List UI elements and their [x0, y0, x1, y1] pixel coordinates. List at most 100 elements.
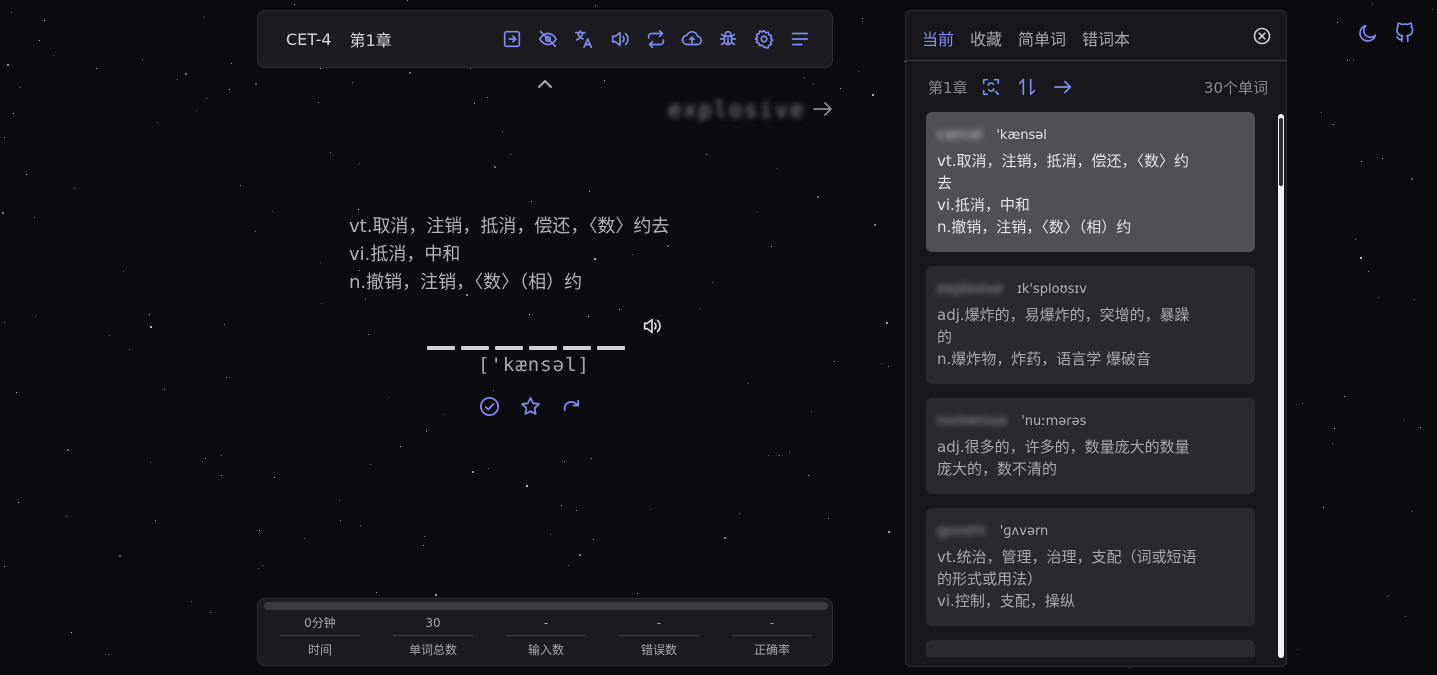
card-word: numerous [937, 413, 1008, 429]
panel-tools [980, 76, 1074, 98]
translation-line: adj.很多的，许多的，数量庞大的数量庞大的，数不清的 [937, 438, 1190, 478]
stat-errors: - 错误数 [619, 613, 699, 658]
repeat-icon[interactable] [644, 27, 668, 51]
pronounce-speaker-icon[interactable] [641, 315, 663, 337]
toolbar-icons [500, 27, 812, 51]
card-translation: vt.统治，管理，治理，支配（词或短语的形式或用法） vi.控制，支配，操纵 [937, 546, 1202, 612]
card-phonetic: 'ɡʌvərn [999, 523, 1049, 539]
translation-line: vt.取消，注销，抵消，偿还，〈数〉约去 [349, 216, 670, 237]
translation-line: vt.取消，注销，抵消，偿还，〈数〉约去 [937, 152, 1190, 192]
tab-easy-words[interactable]: 简单词 [1018, 26, 1066, 50]
letter-slot [461, 346, 489, 350]
word-count: 30个单词 [1203, 78, 1268, 97]
sort-order-icon[interactable] [1016, 76, 1038, 98]
scrollbar-thumb[interactable] [1279, 118, 1283, 186]
stat-accuracy: - 正确率 [732, 613, 812, 658]
word-card[interactable]: numerous 'nuːmərəs adj.很多的，许多的，数量庞大的数量庞大… [926, 398, 1255, 494]
stat-value: 0分钟 [304, 616, 336, 630]
stat-label: 错误数 [640, 643, 677, 657]
skip-redo-icon[interactable] [560, 395, 583, 418]
stat-time: 0分钟 时间 [280, 613, 360, 658]
progress-bar [264, 602, 828, 610]
divider [280, 635, 360, 636]
stat-inputs: - 输入数 [506, 613, 586, 658]
dictionary-selector[interactable]: CET-4 [286, 30, 332, 49]
bug-icon[interactable] [716, 27, 740, 51]
next-word-text: explosive [668, 98, 806, 123]
stat-total-words: 30 单词总数 [393, 613, 473, 658]
stat-value: 30 [425, 616, 441, 630]
close-panel-icon[interactable] [1253, 27, 1271, 45]
word-card-active[interactable]: cancel 'kænsəl vt.取消，注销，抵消，偿还，〈数〉约去 vi.抵… [926, 112, 1255, 252]
tab-mistakes[interactable]: 错词本 [1082, 26, 1130, 50]
next-word-hint[interactable]: explosive [668, 98, 835, 123]
top-toolbar: CET-4 第1章 [257, 10, 833, 68]
tab-favorites[interactable]: 收藏 [970, 26, 1002, 50]
locate-current-icon[interactable] [980, 76, 1002, 98]
arrow-right-icon[interactable] [1052, 76, 1074, 98]
word-actions [478, 395, 583, 418]
word-list-scrollbar[interactable] [1278, 114, 1284, 658]
letter-slot [597, 346, 625, 350]
github-icon[interactable] [1394, 22, 1416, 44]
moon-icon[interactable] [1357, 22, 1379, 44]
stats-bar: 0分钟 时间 30 单词总数 - 输入数 - 错误数 - 正确率 [257, 598, 833, 666]
cloud-upload-icon[interactable] [680, 27, 704, 51]
gear-icon[interactable] [752, 27, 776, 51]
arrow-right-icon [811, 99, 835, 123]
word-card[interactable] [926, 640, 1255, 657]
translate-icon[interactable] [572, 27, 596, 51]
mark-known-check-icon[interactable] [478, 395, 501, 418]
word-list: cancel 'kænsəl vt.取消，注销，抵消，偿还，〈数〉约去 vi.抵… [926, 112, 1256, 657]
translation-line: vi.抵消，中和 [349, 244, 461, 265]
card-word: govern [937, 523, 986, 539]
stat-label: 输入数 [527, 643, 564, 657]
stat-label: 正确率 [753, 643, 790, 657]
divider [393, 635, 473, 636]
login-icon[interactable] [500, 27, 524, 51]
menu-icon[interactable] [788, 27, 812, 51]
letter-slot [563, 346, 591, 350]
stat-value: - [769, 616, 775, 630]
divider [906, 60, 1286, 61]
translation-line: n.撤销，注销，〈数〉（相）约 [937, 218, 1132, 236]
word-card[interactable]: govern 'ɡʌvərn vt.统治，管理，治理，支配（词或短语的形式或用法… [926, 508, 1255, 626]
word-list-panel: 当前 收藏 简单词 错词本 第1章 30个单词 cancel 'kænsəl v… [905, 10, 1287, 667]
panel-subheader: 第1章 30个单词 [928, 75, 1268, 99]
card-translation: adj.很多的，许多的，数量庞大的数量庞大的，数不清的 [937, 436, 1202, 480]
volume-icon[interactable] [608, 27, 632, 51]
tab-current[interactable]: 当前 [922, 26, 954, 50]
stat-value: - [543, 616, 549, 630]
translation-line: n.爆炸物，炸药，语言学 爆破音 [937, 350, 1152, 368]
divider [732, 635, 812, 636]
word-translation: vt.取消，注销，抵消，偿还，〈数〉约去 vi.抵消，中和 n.撤销，注销，〈数… [349, 213, 669, 297]
translation-line: vi.控制，支配，操纵 [937, 592, 1075, 610]
card-phonetic: 'nuːmərəs [1021, 413, 1087, 429]
card-word: explosive [937, 281, 1004, 297]
letter-slot [529, 346, 557, 350]
letter-slot [495, 346, 523, 350]
translation-line: adj.爆炸的，易爆炸的，突增的，暴躁的 [937, 306, 1190, 346]
stat-label: 单词总数 [408, 643, 457, 657]
translation-line: vt.统治，管理，治理，支配（词或短语的形式或用法） [937, 548, 1197, 588]
card-phonetic: ɪk'sploʊsɪv [1017, 281, 1087, 297]
stat-value: - [656, 616, 662, 630]
card-phonetic: 'kænsəl [996, 127, 1047, 143]
collapse-toolbar-chevron-icon[interactable] [536, 76, 554, 92]
card-word: cancel [937, 127, 983, 143]
letter-slot [427, 346, 455, 350]
divider [506, 635, 586, 636]
letter-input-slots[interactable] [427, 346, 625, 350]
word-card[interactable]: explosive ɪk'sploʊsɪv adj.爆炸的，易爆炸的，突增的，暴… [926, 266, 1255, 384]
divider [619, 635, 699, 636]
card-translation: adj.爆炸的，易爆炸的，突增的，暴躁的 n.爆炸物，炸药，语言学 爆破音 [937, 304, 1202, 370]
card-translation: vt.取消，注销，抵消，偿还，〈数〉约去 vi.抵消，中和 n.撤销，注销，〈数… [937, 150, 1202, 238]
translation-line: n.撤销，注销，〈数〉（相）约 [349, 272, 583, 293]
favorite-star-icon[interactable] [519, 395, 542, 418]
translation-line: vi.抵消，中和 [937, 196, 1030, 214]
stat-label: 时间 [307, 643, 332, 657]
panel-chapter-label: 第1章 [928, 78, 968, 97]
word-phonetic: ['kænsəl] [478, 354, 590, 376]
eye-off-icon[interactable] [536, 27, 560, 51]
chapter-selector[interactable]: 第1章 [350, 27, 392, 51]
